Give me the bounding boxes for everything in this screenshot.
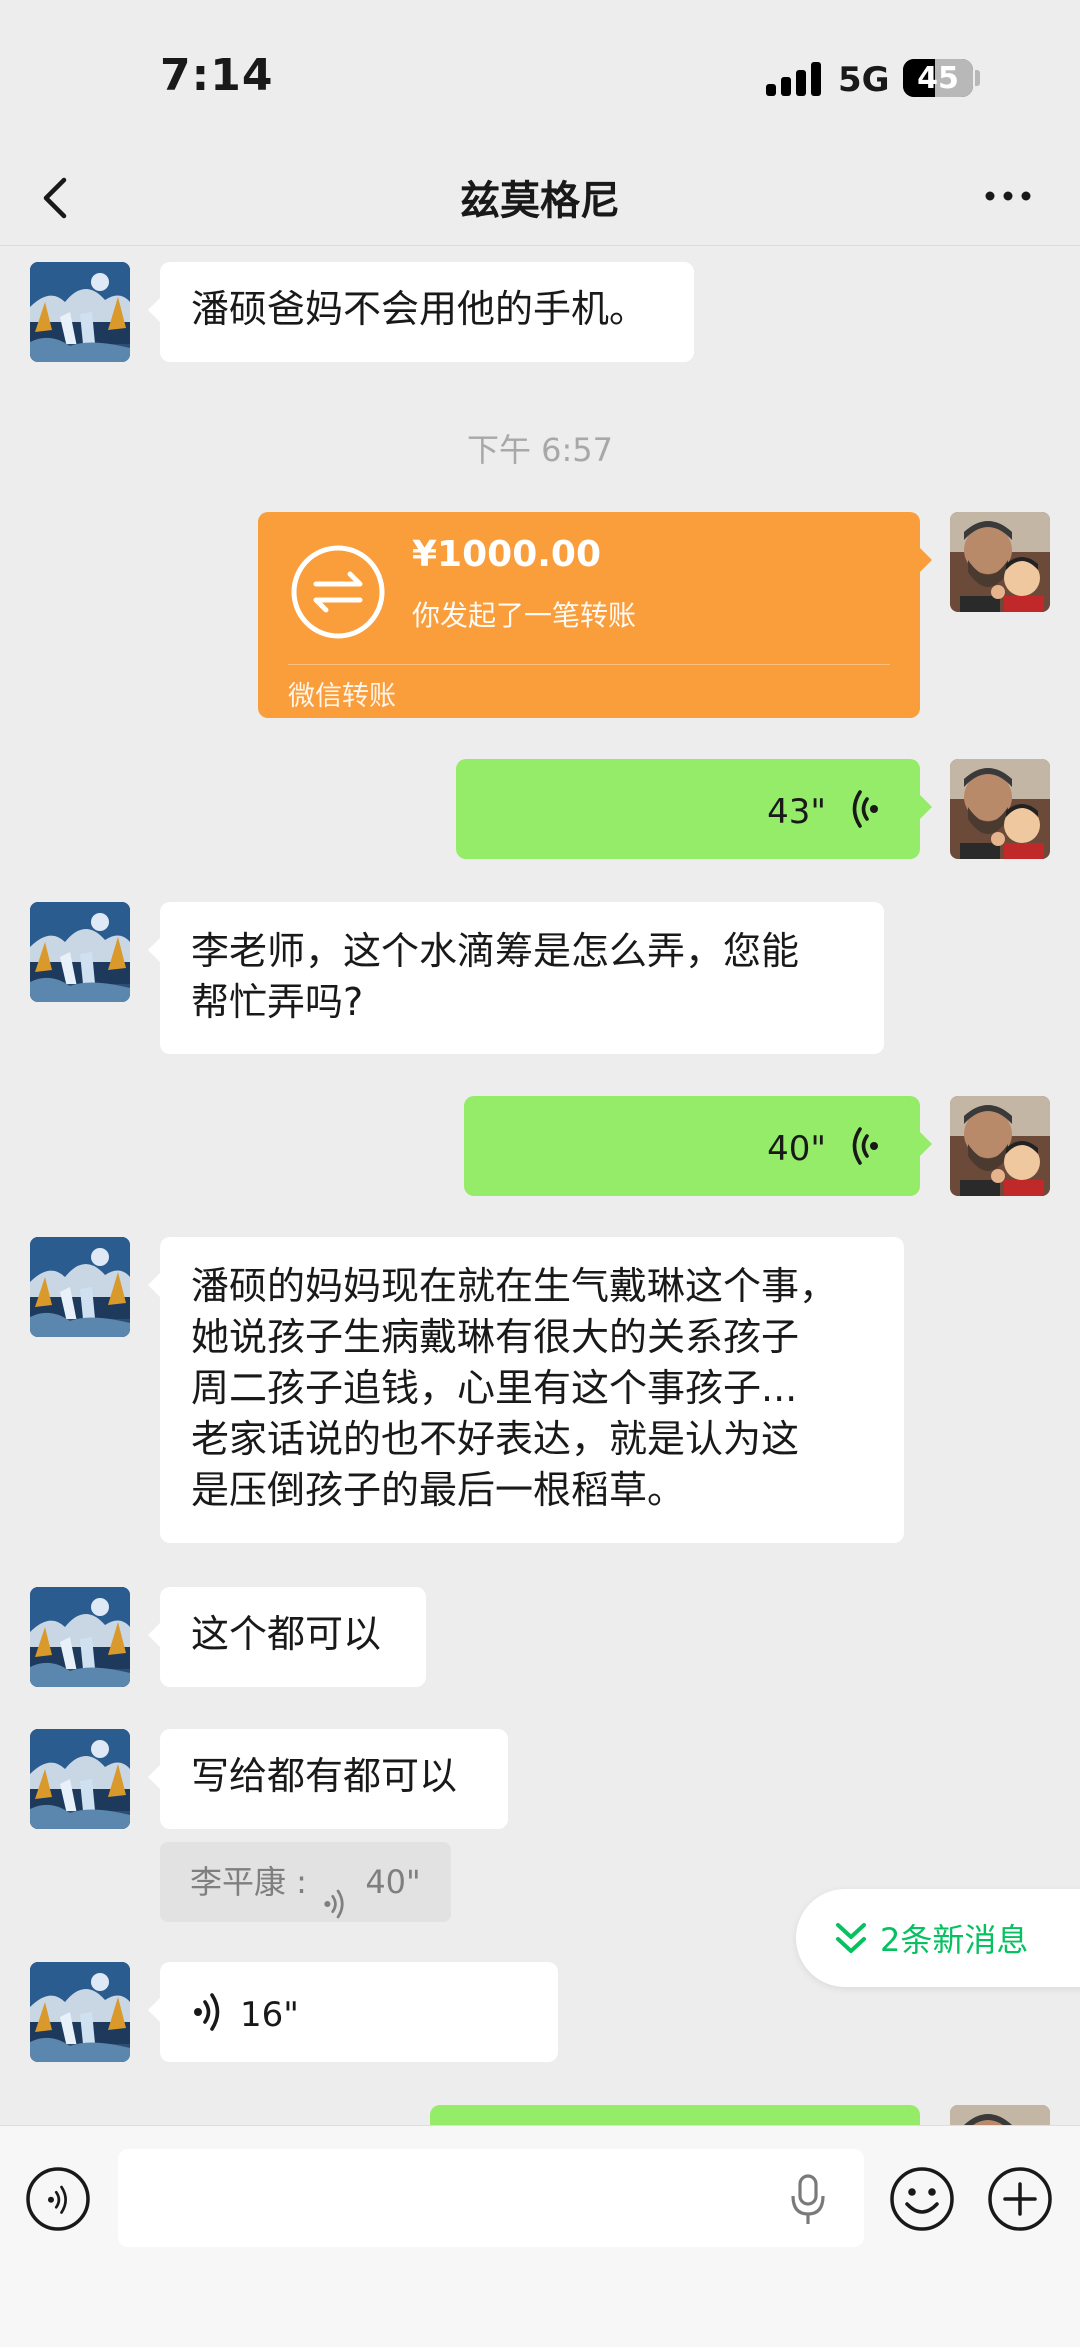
transfer-amount: ¥1000.00 (412, 534, 602, 575)
chat-header: 兹莫格尼 (0, 150, 1080, 246)
battery-level: 45 (917, 61, 959, 96)
battery-icon: 45 (903, 59, 973, 97)
quote-duration: 40" (365, 1863, 421, 1901)
plus-icon[interactable] (987, 2166, 1053, 2232)
contact-avatar[interactable] (30, 262, 130, 362)
message-input[interactable] (118, 2149, 864, 2247)
my-avatar[interactable] (950, 2105, 1050, 2125)
network-type: 5G (838, 60, 890, 100)
transfer-card[interactable]: ¥1000.00 你发起了一笔转账 微信转账 (258, 512, 932, 718)
message-text-line: 李老师，这个水滴筹是怎么弄，您能 (191, 929, 800, 973)
voice-wave-icon (321, 1869, 351, 1899)
message-bubble[interactable]: 写给都有都可以 (148, 1729, 508, 1829)
battery-tip (975, 70, 980, 86)
message-text-line: 潘硕的妈妈现在就在生气戴琳这个事， (191, 1264, 838, 1308)
transfer-divider (288, 664, 890, 665)
message-text: 写给都有都可以 (191, 1754, 458, 1798)
message-text-line: 老家话说的也不好表达，就是认为这 (191, 1417, 800, 1461)
message-text-line: 是压倒孩子的最后一根稻草。 (191, 1468, 686, 1512)
new-messages-button[interactable]: 2条新消息 (796, 1889, 1080, 1987)
voice-wave-icon (190, 1991, 226, 2033)
message-text: 潘硕爸妈不会用他的手机。 (191, 287, 648, 331)
quoted-message[interactable]: 李平康 : 40" (160, 1842, 451, 1922)
contact-avatar[interactable] (30, 1729, 130, 1829)
voice-duration: 16" (240, 1995, 299, 2035)
new-messages-label: 2条新消息 (880, 1921, 1029, 1959)
status-time: 7:14 (160, 50, 274, 101)
message-bubble[interactable]: 李老师，这个水滴筹是怎么弄，您能 帮忙弄吗? (148, 902, 884, 1054)
message-bubble[interactable]: 这个都可以 (148, 1587, 426, 1687)
mic-icon[interactable] (788, 2172, 828, 2226)
transfer-description: 你发起了一笔转账 (412, 599, 637, 632)
chat-message-list[interactable]: 潘硕爸妈不会用他的手机。 下午 6:57 ¥1000.00 你发起了一笔转账 微… (0, 247, 1080, 2125)
contact-avatar[interactable] (30, 1237, 130, 1337)
signal-icon (766, 62, 822, 96)
message-text: 这个都可以 (191, 1612, 382, 1656)
voice-wave-icon (846, 788, 882, 830)
more-icon[interactable] (980, 176, 1040, 216)
transfer-icon (288, 542, 388, 642)
contact-avatar[interactable] (30, 902, 130, 1002)
voice-wave-icon (846, 1125, 882, 1167)
message-bubble[interactable]: 潘硕的妈妈现在就在生气戴琳这个事， 她说孩子生病戴琳有很大的关系孩子 周二孩子追… (148, 1237, 904, 1543)
chat-title: 兹莫格尼 (460, 178, 620, 224)
voice-duration: 43" (767, 792, 826, 832)
voice-mode-icon[interactable] (25, 2166, 91, 2232)
message-timestamp: 下午 6:57 (466, 431, 614, 469)
my-avatar[interactable] (950, 759, 1050, 859)
voice-message[interactable]: 40" (464, 1096, 932, 1196)
chevron-double-down-icon (834, 1919, 868, 1957)
message-bubble[interactable]: 潘硕爸妈不会用他的手机。 (148, 262, 694, 362)
quote-sender: 李平康 : (190, 1863, 307, 1901)
voice-message[interactable] (430, 2105, 920, 2125)
emoji-icon[interactable] (889, 2166, 955, 2232)
contact-avatar[interactable] (30, 1587, 130, 1687)
voice-message[interactable]: 16" (148, 1962, 558, 2062)
voice-message[interactable]: 43" (456, 759, 932, 859)
message-text-line: 周二孩子追钱，心里有这个事孩子... (191, 1366, 798, 1410)
voice-duration: 40" (767, 1129, 826, 1169)
status-bar: 7:14 5G 45 (0, 0, 1080, 150)
my-avatar[interactable] (950, 512, 1050, 612)
transfer-brand: 微信转账 (288, 681, 396, 712)
message-text-line: 帮忙弄吗? (191, 980, 364, 1024)
contact-avatar[interactable] (30, 1962, 130, 2062)
message-text-line: 她说孩子生病戴琳有很大的关系孩子 (191, 1315, 800, 1359)
my-avatar[interactable] (950, 1096, 1050, 1196)
input-bar (0, 2125, 1080, 2347)
